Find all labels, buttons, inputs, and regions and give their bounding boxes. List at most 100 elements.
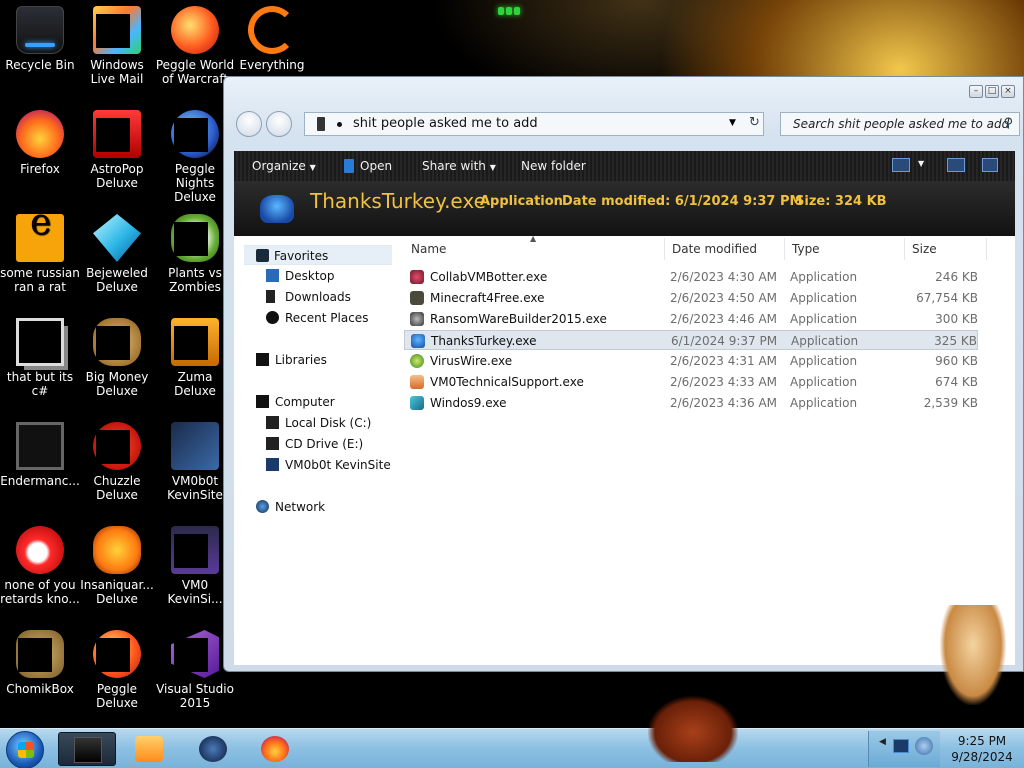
new-folder-button[interactable]: New folder (521, 159, 586, 173)
file-row[interactable]: CollabVMBotter.exe 2/6/2023 4:30 AM Appl… (404, 267, 978, 287)
nav-cd-drive[interactable]: CD Drive (E:) (234, 434, 404, 454)
column-header-name[interactable]: Name (411, 242, 446, 256)
file-date: 2/6/2023 4:50 AM (670, 291, 778, 305)
nav-label: Network (275, 500, 326, 514)
nav-network[interactable]: Network (234, 497, 404, 517)
nav-computer[interactable]: Computer (234, 392, 404, 412)
file-row[interactable]: RansomWareBuilder2015.exe 2/6/2023 4:46 … (404, 309, 978, 329)
preview-pane-icon[interactable] (947, 158, 965, 172)
file-type: Application (790, 396, 858, 410)
column-divider[interactable] (904, 238, 905, 260)
open-button[interactable]: Open (344, 159, 392, 173)
redaction-block (174, 118, 208, 152)
globe-icon (199, 736, 227, 762)
volume-icon[interactable] (915, 737, 933, 755)
desktop-icon-recycle-bin[interactable]: Recycle Bin (0, 6, 80, 72)
downloads-icon (266, 290, 275, 303)
file-name: VirusWire.exe (430, 354, 513, 368)
address-bar[interactable]: shit people asked me to add ▼ ↻ (304, 112, 764, 136)
share-with-button[interactable]: Share with ▼ (422, 159, 496, 173)
desktop-icon-bejeweled[interactable]: Bejeweled Deluxe (77, 214, 157, 294)
taskbar-explorer-button[interactable] (58, 732, 116, 766)
address-dropdown-icon[interactable]: ▼ (729, 118, 736, 128)
libraries-icon (256, 353, 269, 366)
redaction-block (174, 326, 208, 360)
nav-label: Libraries (275, 353, 327, 367)
computer-icon (256, 395, 269, 408)
nav-local-disk[interactable]: Local Disk (C:) (234, 413, 404, 433)
hamster-sticker (940, 605, 1006, 705)
change-view-icon[interactable] (892, 158, 910, 172)
explorer-window[interactable]: – □ × shit people asked me to add ▼ ↻ Se… (223, 76, 1024, 672)
minimize-button[interactable]: – (969, 85, 983, 98)
desktop-icon-russian-rat[interactable]: some russian ran a rat (0, 214, 80, 294)
file-type: Application (791, 334, 859, 348)
desktop-icon-endermanch[interactable]: Endermanc... (0, 422, 80, 488)
taskbar-firefox-button[interactable] (246, 732, 304, 766)
nav-recent-places[interactable]: Recent Places (234, 308, 404, 328)
desktop-icon-label: that but its c# (6, 370, 74, 398)
redaction-block (96, 14, 130, 48)
column-divider[interactable] (664, 238, 665, 260)
file-row[interactable]: Windos9.exe 2/6/2023 4:36 AM Application… (404, 393, 978, 413)
search-box[interactable]: Search shit people asked me to add ⚲ (780, 112, 1020, 136)
system-clock[interactable]: 9:25 PM 9/28/2024 (940, 733, 1024, 765)
details-file-type: Application (480, 194, 563, 209)
desktop-icon-that-but-csharp[interactable]: that but its c# (0, 318, 80, 398)
nav-desktop[interactable]: Desktop (234, 266, 404, 286)
desktop-icon-firefox[interactable]: Firefox (0, 110, 80, 176)
file-row[interactable]: Minecraft4Free.exe 2/6/2023 4:50 AM Appl… (404, 288, 978, 308)
desktop-icon-peggle-wow[interactable]: Peggle World of Warcraft (155, 6, 235, 86)
organize-button[interactable]: Organize ▼ (252, 159, 316, 173)
details-size: Size: 324 KB (795, 194, 887, 209)
desktop-icon-everything[interactable]: Everything (232, 6, 312, 72)
help-icon[interactable] (982, 158, 998, 172)
back-button[interactable] (236, 111, 262, 137)
file-name: Minecraft4Free.exe (430, 291, 545, 305)
navigation-bar: shit people asked me to add ▼ ↻ Search s… (236, 107, 1020, 139)
taskbar-browser-button[interactable] (184, 732, 242, 766)
nav-label: VM0b0t KevinSite (285, 458, 391, 472)
file-row[interactable]: VM0TechnicalSupport.exe 2/6/2023 4:33 AM… (404, 372, 978, 392)
column-header-type[interactable]: Type (792, 242, 820, 256)
viruswire-icon (410, 354, 424, 368)
view-options-dropdown-icon[interactable]: ▼ (918, 159, 924, 168)
file-row-selected[interactable]: ThanksTurkey.exe 6/1/2024 9:37 PM Applic… (404, 330, 978, 350)
show-hidden-icons-icon[interactable]: ◀ (879, 737, 886, 747)
column-header-size[interactable]: Size (912, 242, 937, 256)
desktop-icon-none-of-you[interactable]: none of you retards kno... (0, 526, 80, 606)
nav-vm-drive[interactable]: VM0b0t KevinSite (234, 455, 404, 475)
file-size: 246 KB (935, 270, 978, 284)
breadcrumb-current-folder[interactable]: shit people asked me to add (353, 116, 538, 131)
nav-label: Recent Places (285, 311, 369, 325)
technical-support-icon (410, 375, 424, 389)
close-button[interactable]: × (1001, 85, 1015, 98)
clock-time: 9:25 PM (957, 734, 1007, 748)
network-status-icon[interactable] (893, 739, 909, 753)
file-date: 2/6/2023 4:30 AM (670, 270, 778, 284)
refresh-icon[interactable]: ↻ (749, 115, 760, 130)
desktop-icon-label: Chuzzle Deluxe (93, 474, 141, 502)
maximize-button[interactable]: □ (985, 85, 999, 98)
redaction-block (96, 638, 130, 672)
file-size: 674 KB (935, 375, 978, 389)
start-button[interactable] (6, 731, 44, 768)
column-divider[interactable] (784, 238, 785, 260)
nav-downloads[interactable]: Downloads (234, 287, 404, 307)
taskbar-media-player-button[interactable] (120, 732, 178, 766)
organize-label: Organize (252, 159, 306, 173)
desktop-icon-insaniquarium[interactable]: Insaniquar... Deluxe (77, 526, 157, 606)
forward-button[interactable] (266, 111, 292, 137)
column-divider[interactable] (986, 238, 987, 260)
file-row[interactable]: VirusWire.exe 2/6/2023 4:31 AM Applicati… (404, 351, 978, 371)
breadcrumb-separator-icon (337, 122, 342, 127)
nav-libraries[interactable]: Libraries (234, 350, 404, 370)
desktop-icon-label: Windows Live Mail (90, 58, 144, 86)
nav-favorites[interactable]: Favorites (244, 245, 392, 265)
desktop-icon (266, 269, 279, 282)
column-header-date-modified[interactable]: Date modified (672, 242, 757, 256)
recycle-bin-icon (16, 6, 64, 54)
firefox-icon (261, 736, 289, 762)
nav-label: Favorites (274, 249, 329, 263)
search-icon[interactable]: ⚲ (1003, 116, 1013, 131)
